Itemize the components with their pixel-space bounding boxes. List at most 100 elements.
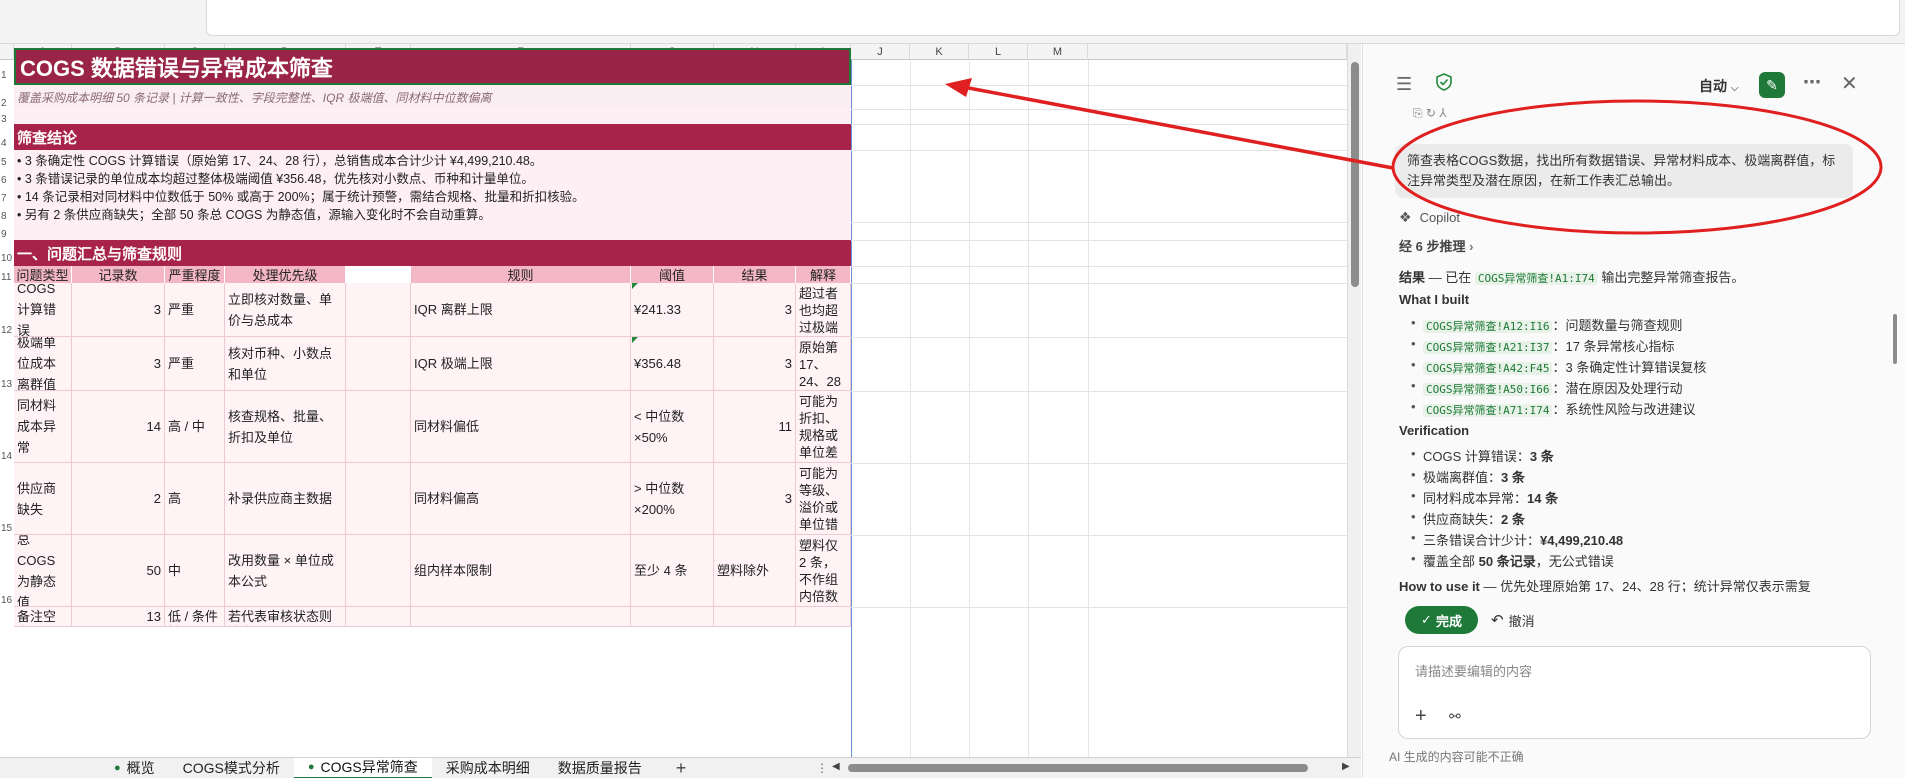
table-cell-threshold[interactable] [631,607,714,627]
row-number[interactable]: 9 [0,229,14,240]
horizontal-scrollbar-thumb[interactable] [848,764,1308,772]
built-range-link[interactable]: COGS异常筛查!A21:I37 [1423,341,1553,354]
vertical-scrollbar-thumb[interactable] [1351,62,1359,287]
table-cell-result[interactable]: 塑料除外 [714,535,796,607]
table-cell-result[interactable] [714,607,796,627]
select-all-corner[interactable] [0,44,14,60]
sheet-tab-cogs-anomaly[interactable]: ● COGS异常筛查 [293,757,432,778]
table-cell-explanation[interactable]: 可能为折扣、规格或单位差异 [796,391,851,463]
table-cell-explanation[interactable]: 原始第 17、24、28 行 [796,337,851,391]
table-cell-priority[interactable]: 核查规格、批量、折扣及单位 [225,391,346,463]
row-number[interactable]: 6 [0,175,14,186]
row-number[interactable]: 5 [0,157,14,168]
table-cell-result[interactable]: 11 [714,391,796,463]
sheet-tab-quality-report[interactable]: 数据质量报告 [544,758,656,778]
more-icon[interactable]: ⋮ [816,761,828,775]
pane-scrollbar-thumb[interactable] [1893,314,1897,364]
table-cell-rule[interactable]: 组内样本限制 [411,535,631,607]
column-header-l[interactable]: L [969,44,1028,60]
header-record-count[interactable]: 记录数 [72,266,165,283]
table-cell-result[interactable]: 3 [714,463,796,535]
new-chat-icon[interactable]: ✎ [1759,72,1785,98]
column-header-m[interactable]: M [1028,44,1088,60]
built-range-link[interactable]: COGS异常筛查!A50:I66 [1423,383,1553,396]
section-issue-summary-title[interactable]: 一、问题汇总与筛查规则 [14,240,851,266]
close-icon[interactable]: ✕ [1841,71,1858,96]
row-number[interactable]: 7 [0,193,14,204]
table-cell-priority[interactable]: 核对币种、小数点和单位 [225,337,346,391]
table-cell-issue-type[interactable]: 同材料成本异常 [14,391,72,463]
spreadsheet-grid[interactable]: A B C D E F G H I J K L M 1 [0,44,1347,757]
table-cell-gap[interactable] [346,535,411,607]
table-cell-rule[interactable]: 同材料偏低 [411,391,631,463]
table-cell-severity[interactable]: 严重 [165,283,225,337]
column-header-k[interactable]: K [910,44,969,60]
report-title[interactable]: COGS 数据错误与异常成本筛查 [14,48,851,85]
header-issue-type[interactable]: 问题类型 [14,266,72,283]
table-cell-rule[interactable] [411,607,631,627]
row-number[interactable]: 12 [0,325,14,336]
table-cell-priority[interactable]: 立即核对数量、单价与总成本 [225,283,346,337]
row-number[interactable]: 14 [0,451,14,462]
table-cell-count[interactable]: 50 [72,535,165,607]
menu-icon[interactable]: ☰ [1396,74,1412,95]
table-cell-gap[interactable] [346,391,411,463]
table-cell-count[interactable]: 3 [72,337,165,391]
table-cell-threshold[interactable]: < 中位数×50% [631,391,714,463]
scroll-left-icon[interactable]: ◀ [832,761,840,772]
table-cell-explanation[interactable] [796,607,851,627]
table-cell-threshold[interactable]: 至少 4 条 [631,535,714,607]
built-range-link[interactable]: COGS异常筛查!A12:I16 [1423,320,1553,333]
table-cell-issue-type[interactable]: 备注空白 [14,607,72,627]
row-number[interactable]: 1 [0,70,14,81]
built-range-link[interactable]: COGS异常筛查!A42:F45 [1423,362,1553,375]
row-number[interactable]: 8 [0,211,14,222]
built-range-link[interactable]: COGS异常筛查!A71:I74 [1423,404,1553,417]
formula-input[interactable] [206,0,1900,36]
header-result[interactable]: 结果 [714,266,796,283]
row-number[interactable]: 13 [0,379,14,390]
reasoning-toggle[interactable]: 经 6 步推理 › [1399,236,1473,255]
table-cell-priority[interactable]: 改用数量 × 单位成本公式 [225,535,346,607]
sheet-tab-cogs-pattern[interactable]: COGS模式分析 [169,758,294,778]
table-cell-rule[interactable]: 同材料偏高 [411,463,631,535]
summary-bullet[interactable]: • 3 条确定性 COGS 计算错误（原始第 17、24、28 行），总销售成本… [14,150,851,168]
table-cell-gap[interactable] [346,337,411,391]
row-number[interactable]: 11 [0,272,14,283]
table-cell-count[interactable]: 3 [72,283,165,337]
section-summary-title[interactable]: 筛查结论 [14,124,851,150]
row-number[interactable]: 10 [0,253,14,264]
table-cell-issue-type[interactable]: COGS 计算错误 [14,283,72,337]
row-number[interactable]: 16 [0,595,14,606]
table-cell-priority[interactable]: 补录供应商主数据 [225,463,346,535]
row-number[interactable]: 3 [0,114,14,125]
more-options-icon[interactable]: ⋯ [1803,72,1821,93]
table-cell-gap[interactable] [346,607,411,627]
table-cell-threshold[interactable]: ¥241.33 [631,283,714,337]
header-gap[interactable] [346,266,411,283]
shield-check-icon[interactable] [1435,73,1453,96]
table-cell-gap[interactable] [346,463,411,535]
done-button[interactable]: ✓ 完成 [1405,606,1478,634]
add-sheet-button[interactable]: + [656,758,707,778]
table-cell-priority[interactable]: 若代表审核状态则补齐 [225,607,346,627]
attach-icon[interactable]: ⚯ [1449,708,1461,725]
table-cell-threshold[interactable]: ¥356.48 [631,337,714,391]
row-number[interactable]: 15 [0,523,14,534]
summary-bullet[interactable]: • 另有 2 条供应商缺失；全部 50 条总 COGS 为静态值，源输入变化时不… [14,204,851,222]
table-cell-explanation[interactable]: 塑料仅 2 条，不作组内倍数判定 [796,535,851,607]
header-priority[interactable]: 处理优先级 [225,266,346,283]
header-explanation[interactable]: 解释 [796,266,851,283]
column-header-j[interactable]: J [851,44,910,60]
table-cell-count[interactable]: 13 [72,607,165,627]
header-threshold[interactable]: 阈值 [631,266,714,283]
table-cell-explanation[interactable]: 可能为等级、溢价或单位错误 [796,463,851,535]
sheet-tab-purchase-detail[interactable]: 采购成本明细 [432,758,544,778]
header-rule[interactable]: 规则 [411,266,631,283]
summary-bullet[interactable]: • 3 条错误记录的单位成本均超过整体极端阈值 ¥356.48，优先核对小数点、… [14,168,851,186]
sheet-tab-overview[interactable]: ● 概览 [100,758,169,778]
table-cell-rule[interactable]: IQR 离群上限 [411,283,631,337]
summary-bullet[interactable]: • 14 条记录相对同材料中位数低于 50% 或高于 200%；属于统计预警，需… [14,186,851,204]
add-icon[interactable]: + [1415,705,1427,728]
message-action-icons[interactable]: ⎘ ↻ ⅄ [1413,106,1447,121]
